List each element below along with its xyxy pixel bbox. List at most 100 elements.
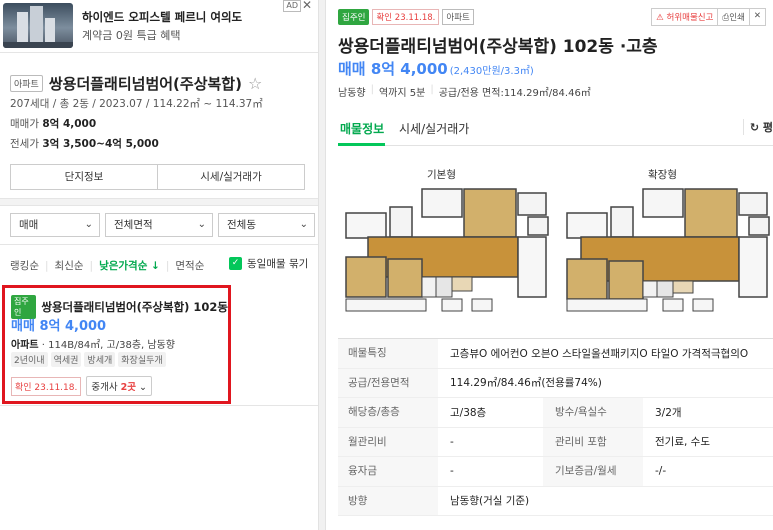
checkbox-checked-icon[interactable]: ✓ bbox=[229, 257, 242, 270]
listing-item[interactable]: 집주인 쌍용더플래티넘범어(주상복합) 102동 매매 8억 4,000 아파트… bbox=[2, 285, 231, 404]
plan-basic-label: 기본형 bbox=[427, 169, 456, 181]
star-icon[interactable]: ☆ bbox=[248, 74, 262, 93]
report-label: 허위매물신고 bbox=[666, 13, 714, 23]
ad-banner[interactable]: 하이엔드 오피스텔 페르니 여의도 계약금 0원 특급 혜택 AD ✕ bbox=[0, 0, 318, 53]
plan-extended-label: 확장형 bbox=[648, 169, 677, 181]
market-price-button[interactable]: 시세/실거래가 bbox=[157, 165, 304, 189]
agent-count: 2곳 bbox=[120, 382, 136, 393]
complex-header: 아파트 쌍용더플래티넘범어(주상복합) ☆ bbox=[10, 73, 262, 94]
detail-price: 매매 8억 4,000 (2,430만원/3.3㎡) bbox=[338, 58, 534, 79]
info-key: 매물특징 bbox=[338, 339, 438, 368]
complex-name: 쌍용더플래티넘범어(주상복합) bbox=[48, 75, 242, 93]
trade-type-select[interactable]: 매매 ⌄ bbox=[10, 213, 100, 237]
complex-info: 207세대 / 총 2동 / 2023.07 / 114.22㎡ ~ 114.3… bbox=[10, 98, 263, 110]
meta-station: 역까지 5분 bbox=[378, 88, 426, 99]
info-value: 전기료, 수도 bbox=[655, 436, 710, 449]
print-label: 인쇄 bbox=[729, 13, 745, 23]
info-row-loan: 융자금 - 기보증금/월세 -/- bbox=[338, 457, 773, 487]
listing-spec: 아파트 · 114B/84㎡, 고/38층, 남동향 bbox=[11, 336, 175, 351]
agent-label: 중개사 bbox=[91, 382, 121, 393]
jeonse-price-row: 전세가 3억 3,500~4억 5,000 bbox=[10, 136, 159, 151]
listing-spec-detail: · 114B/84㎡, 고/38층, 남동향 bbox=[38, 340, 175, 351]
close-icon: ✕ bbox=[753, 11, 761, 21]
info-value: - bbox=[450, 465, 454, 478]
info-row-floor: 해당층/총층 고/38층 방수/욕실수 3/2개 bbox=[338, 398, 773, 428]
siren-icon: ⚠ bbox=[656, 13, 664, 23]
info-row-area: 공급/전용면적 114.29㎡/84.46㎡(전용률74%) bbox=[338, 368, 773, 398]
group-same-listing[interactable]: ✓ 동일매물 묶기 bbox=[229, 256, 308, 271]
info-row-maintenance: 월관리비 - 관리비 포함 전기료, 수도 bbox=[338, 427, 773, 457]
complex-buttons: 단지정보 시세/실거래가 bbox=[10, 164, 305, 190]
info-key: 월관리비 bbox=[338, 427, 438, 456]
dong-value: 전체동 bbox=[227, 219, 256, 231]
complex-info-button[interactable]: 단지정보 bbox=[11, 165, 157, 189]
listing-info-table: 매물특징 고층뷰O 에어컨O 오븐O 스타일올션패키지O 타일O 가격적극협의O… bbox=[338, 338, 773, 516]
tag-chip: 화장실두개 bbox=[118, 352, 166, 367]
floor-plan-extended-image[interactable] bbox=[563, 187, 773, 315]
sort-latest[interactable]: 최신순 bbox=[55, 258, 84, 273]
info-key: 기보증금/월세 bbox=[543, 457, 643, 486]
report-button[interactable]: ⚠ 허위매물신고 bbox=[651, 8, 719, 26]
jeonse-label: 전세가 bbox=[10, 138, 39, 150]
close-icon[interactable]: ✕ bbox=[302, 0, 312, 12]
detail-title: 쌍용더플래티넘범어(주상복합) 102동 ·고층 bbox=[338, 37, 658, 57]
chevron-down-icon: ⌄ bbox=[84, 219, 93, 230]
owner-tag: 집주인 bbox=[338, 9, 370, 25]
detail-actions: ⚠ 허위매물신고 ⎙인쇄 ✕ bbox=[651, 8, 766, 26]
sort-low-price[interactable]: 낮은가격순 ↓ bbox=[99, 258, 160, 273]
tag-chip: 역세권 bbox=[50, 352, 82, 367]
info-value: 남동향(거실 기준) bbox=[450, 495, 530, 508]
active-tab-indicator bbox=[338, 143, 385, 146]
sort-options: 랭킹순 | 최신순 | 낮은가격순 ↓ | 면적순 bbox=[10, 258, 205, 273]
filter-divider bbox=[0, 244, 318, 248]
sort-area[interactable]: 면적순 bbox=[175, 258, 204, 273]
section-divider bbox=[0, 198, 318, 206]
detail-panel: 집주인 확인 23.11.18. 아파트 ⚠ 허위매물신고 ⎙인쇄 ✕ 쌍용더플… bbox=[327, 0, 773, 530]
floor-plan-basic-image[interactable] bbox=[342, 187, 552, 315]
dong-select[interactable]: 전체동 ⌄ bbox=[218, 213, 315, 237]
detail-tabs: 매물정보 시세/실거래가 ↻ 평 bbox=[338, 114, 773, 146]
price-per-pyeong: (2,430만원/3.3㎡) bbox=[449, 66, 534, 77]
list-divider bbox=[0, 405, 318, 406]
info-value: 고층뷰O 에어컨O 오븐O 스타일올션패키지O 타일O 가격적극협의O bbox=[450, 347, 749, 360]
listing-tags: 2년이내 역세권 방세개 화장실두개 bbox=[11, 352, 166, 367]
ad-badge: AD bbox=[283, 0, 301, 12]
sale-label: 매매가 bbox=[10, 118, 39, 130]
info-value: 고/38층 bbox=[450, 406, 487, 419]
panel-divider bbox=[318, 0, 326, 530]
info-key: 관리비 포함 bbox=[543, 427, 643, 456]
info-key: 방수/욕실수 bbox=[543, 398, 643, 427]
tag-chip: 방세개 bbox=[84, 352, 116, 367]
info-value: - bbox=[450, 435, 454, 448]
info-value: 114.29㎡/84.46㎡(전용률74%) bbox=[450, 377, 602, 390]
confirmed-date: 확인 23.11.18. bbox=[11, 376, 82, 396]
print-button[interactable]: ⎙인쇄 bbox=[718, 8, 750, 26]
chevron-down-icon: ⌄ bbox=[197, 219, 206, 230]
chevron-down-icon: ⌄ bbox=[139, 382, 147, 393]
ad-thumbnail bbox=[3, 3, 73, 48]
refresh-icon: ↻ bbox=[749, 121, 760, 134]
unit-toggle-label: 평 bbox=[762, 121, 773, 134]
tab-market-price[interactable]: 시세/실거래가 bbox=[399, 120, 469, 137]
close-button[interactable]: ✕ bbox=[749, 8, 766, 26]
info-key: 공급/전용면적 bbox=[338, 368, 438, 397]
type-tag: 아파트 bbox=[10, 75, 43, 92]
tab-listing-info[interactable]: 매물정보 bbox=[340, 120, 384, 137]
listing-spec-type: 아파트 bbox=[11, 340, 39, 351]
chevron-down-icon: ⌄ bbox=[299, 219, 308, 230]
confirmed-date: 확인 23.11.18. bbox=[372, 9, 440, 25]
area-select[interactable]: 전체면적 ⌄ bbox=[105, 213, 213, 237]
info-row-direction: 방향 남동향(거실 기준) bbox=[338, 486, 773, 516]
info-key: 방향 bbox=[338, 486, 438, 515]
agent-dropdown[interactable]: 중개사 2곳 ⌄ bbox=[86, 376, 152, 396]
listing-footer: 확인 23.11.18. 중개사 2곳 ⌄ bbox=[11, 376, 152, 396]
listing-panel: 하이엔드 오피스텔 페르니 여의도 계약금 0원 특급 혜택 AD ✕ 아파트 … bbox=[0, 0, 318, 530]
info-row-features: 매물특징 고층뷰O 에어컨O 오븐O 스타일올션패키지O 타일O 가격적극협의O bbox=[338, 339, 773, 369]
area-value: 전체면적 bbox=[114, 219, 153, 231]
detail-tags: 집주인 확인 23.11.18. 아파트 bbox=[338, 9, 474, 25]
unit-toggle-button[interactable]: ↻ 평 bbox=[742, 119, 773, 135]
sort-ranking[interactable]: 랭킹순 bbox=[10, 258, 39, 273]
filter-bar: 매매 ⌄ 전체면적 ⌄ 전체동 ⌄ bbox=[10, 213, 315, 237]
listing-name: 쌍용더플래티넘범어(주상복합) 102동 bbox=[41, 300, 228, 314]
ad-subtitle: 계약금 0원 특급 혜택 bbox=[82, 29, 181, 42]
